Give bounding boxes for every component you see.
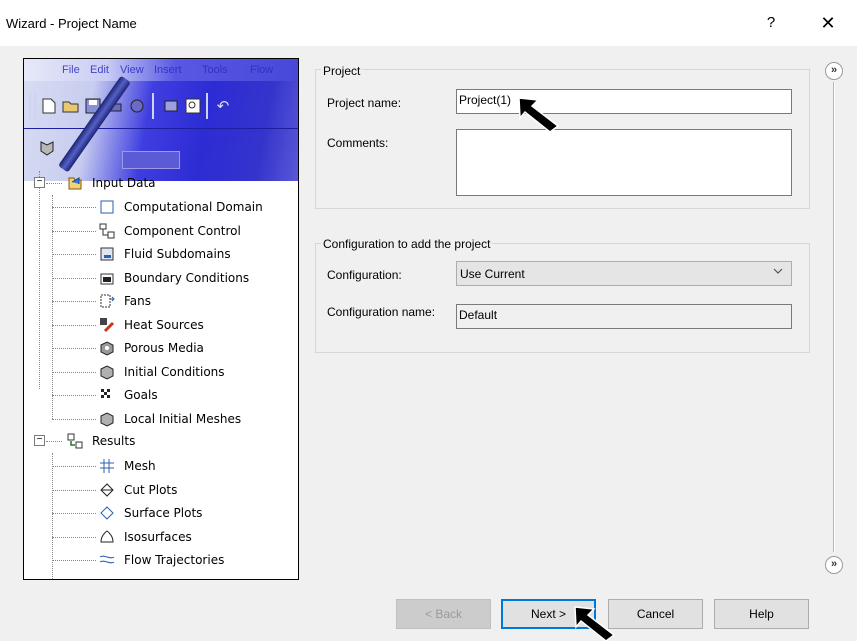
- back-button[interactable]: < Back: [396, 599, 491, 629]
- boundary-conditions-icon: [98, 269, 116, 287]
- project-name-input[interactable]: Project(1): [456, 89, 792, 114]
- goals-icon: [98, 386, 116, 404]
- configuration-label: Configuration:: [327, 268, 402, 282]
- input-data-collapse-toggle[interactable]: −: [34, 177, 45, 188]
- local-initial-meshes-icon: [98, 410, 116, 428]
- isosurfaces-icon: [98, 528, 116, 546]
- tree-node-surface-plots[interactable]: Surface Plots: [98, 502, 202, 524]
- undo-icon: ↶: [216, 98, 230, 115]
- tree-node-flow-trajectories[interactable]: Flow Trajectories: [98, 549, 224, 571]
- component-control-icon: [98, 222, 116, 240]
- expand-top-button[interactable]: »: [825, 62, 843, 80]
- tree-node-local-initial-meshes[interactable]: Local Initial Meshes: [98, 408, 241, 430]
- tree-node-label: Local Initial Meshes: [124, 411, 242, 426]
- tree-node-label: Mesh: [124, 459, 156, 473]
- tree-node-fans[interactable]: Fans: [98, 290, 151, 312]
- porous-media-icon: [98, 339, 116, 357]
- tree-node-label: Component Control: [124, 223, 241, 238]
- pointer-arrow-icon: [518, 97, 560, 133]
- tree-node-computational-domain[interactable]: Computational Domain: [98, 196, 263, 218]
- tree-node-results[interactable]: Results: [66, 430, 135, 452]
- menu-view: View: [120, 64, 144, 76]
- tree-node-label: Initial Conditions: [124, 364, 225, 379]
- close-button[interactable]: ✕: [816, 11, 840, 35]
- tree-node-heat-sources[interactable]: Heat Sources: [98, 314, 204, 336]
- tree-node-porous-media[interactable]: Porous Media: [98, 337, 204, 359]
- initial-conditions-icon: [98, 363, 116, 381]
- fans-icon: [98, 292, 116, 310]
- tree-node-label: Input Data: [92, 176, 156, 190]
- tree-node-label: Flow Trajectories: [124, 553, 225, 567]
- configuration-name-input[interactable]: Default: [456, 304, 792, 329]
- new-document-icon: [40, 97, 58, 115]
- tree-node-input-data[interactable]: Input Data: [66, 172, 156, 194]
- chevron-down-icon: [773, 266, 783, 279]
- tree-node-boundary-conditions[interactable]: Boundary Conditions: [98, 267, 249, 289]
- menu-tools: Tools: [202, 64, 228, 76]
- zoom-icon: [184, 97, 202, 115]
- flow-trajectories-icon: [98, 551, 116, 569]
- tree-node-label: Goals: [124, 388, 158, 402]
- project-name-label: Project name:: [327, 96, 402, 110]
- comments-textarea[interactable]: [456, 129, 792, 196]
- window-title: Wizard - Project Name: [6, 16, 137, 31]
- root-part-icon: [38, 139, 56, 162]
- tree-node-goals[interactable]: Goals: [98, 384, 158, 406]
- tree-node-label: Heat Sources: [124, 317, 204, 332]
- help-button[interactable]: Help: [714, 599, 809, 629]
- cut-plots-icon: [98, 481, 116, 499]
- tree-node-label: Isosurfaces: [124, 529, 192, 544]
- print-preview-icon: [162, 97, 180, 115]
- tree-node-label: Fluid Subdomains: [124, 247, 231, 261]
- tree-node-label: Fans: [124, 294, 152, 308]
- tree-node-label: Surface Plots: [124, 506, 203, 520]
- tree-node-component-control[interactable]: Component Control: [98, 220, 241, 242]
- tree-node-label: Boundary Conditions: [124, 270, 250, 285]
- menu-edit: Edit: [90, 64, 109, 76]
- configuration-select-value: Use Current: [460, 267, 525, 281]
- menu-insert: Insert: [154, 64, 182, 76]
- tree-node-initial-conditions[interactable]: Initial Conditions: [98, 361, 225, 383]
- menu-flow: Flow: [250, 64, 274, 76]
- configuration-group-legend: Configuration to add the project: [321, 237, 493, 251]
- settings-icon: [128, 97, 146, 115]
- project-group-legend: Project: [321, 64, 363, 78]
- illustration-header: File Edit View Insert Tools Flow ↶: [24, 59, 298, 181]
- open-folder-icon: [62, 97, 80, 115]
- configuration-select[interactable]: Use Current: [456, 261, 792, 286]
- computational-domain-icon: [98, 198, 116, 216]
- surface-plots-icon: [98, 504, 116, 522]
- tree-node-label: Computational Domain: [124, 200, 263, 214]
- cancel-button[interactable]: Cancel: [608, 599, 703, 629]
- configuration-name-label: Configuration name:: [327, 305, 436, 319]
- comments-label: Comments:: [327, 136, 389, 150]
- mesh-icon: [98, 457, 116, 475]
- illustration-menu-bar: File Edit View Insert Tools Flow: [24, 59, 298, 81]
- heat-sources-icon: [98, 316, 116, 334]
- side-rule: [833, 82, 835, 552]
- results-collapse-toggle[interactable]: −: [34, 435, 45, 446]
- help-title-button[interactable]: ?: [760, 12, 782, 34]
- tree-node-label: Results: [92, 434, 136, 448]
- tree-node-cut-plots[interactable]: Cut Plots: [98, 479, 177, 501]
- tree-node-label: Porous Media: [124, 341, 204, 355]
- expand-bottom-button[interactable]: »: [825, 556, 843, 574]
- illustration-toolbar: ↶: [24, 85, 298, 129]
- wizard-illustration: File Edit View Insert Tools Flow ↶ − Inp…: [23, 58, 299, 580]
- tree-node-mesh[interactable]: Mesh: [98, 455, 156, 477]
- tree-node-isosurfaces[interactable]: Isosurfaces: [98, 526, 192, 548]
- input-data-icon: [66, 174, 84, 192]
- menu-file: File: [62, 64, 80, 76]
- title-bar: Wizard - Project Name ? ✕: [0, 0, 857, 46]
- tree-node-fluid-subdomains[interactable]: Fluid Subdomains: [98, 243, 231, 265]
- configuration-group: [315, 243, 810, 353]
- results-icon: [66, 432, 84, 450]
- pointer-arrow-icon: [574, 606, 616, 641]
- fluid-subdomains-icon: [98, 245, 116, 263]
- tree-node-label: Cut Plots: [124, 482, 178, 497]
